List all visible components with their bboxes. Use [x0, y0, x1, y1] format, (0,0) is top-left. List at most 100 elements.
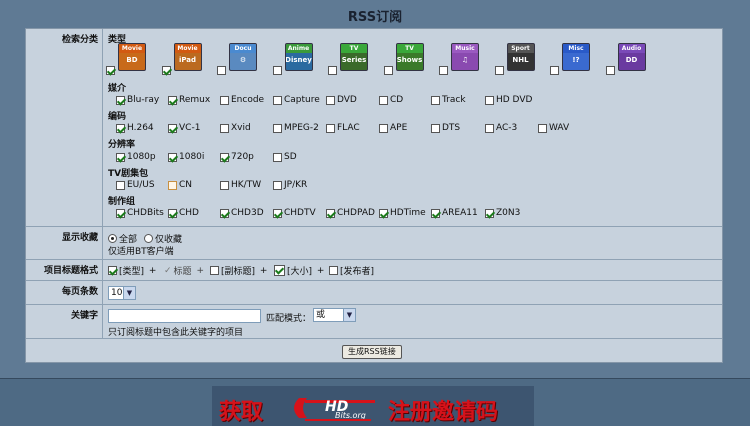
medium-option[interactable]: Encode [220, 95, 264, 106]
generate-rss-button[interactable]: 生成RSS链接 [342, 345, 402, 359]
radio-all-button[interactable] [108, 234, 117, 243]
team-checkbox[interactable] [116, 208, 125, 218]
category-checkbox[interactable] [494, 66, 504, 75]
category-checkbox[interactable] [439, 66, 448, 75]
team-option[interactable]: CHDTV [273, 208, 316, 219]
codec-option[interactable]: DTS [431, 123, 460, 134]
tvpack-label: EU/US [127, 180, 155, 190]
codec-checkbox[interactable] [379, 123, 388, 133]
rss-form-panel: 检索分类 类型 Movie BD Movie iPad Docu ⚙ Anime Disney… [25, 28, 723, 363]
codec-option[interactable]: MPEG-2 [273, 123, 319, 134]
resolution-checkbox[interactable] [220, 152, 229, 162]
tvpack-option[interactable]: CN [168, 180, 192, 191]
codec-option[interactable]: VC-1 [168, 123, 200, 134]
category-checkbox[interactable] [217, 66, 226, 75]
resolution-option[interactable]: 1080p [116, 152, 156, 163]
misc-icon: Misc!? [562, 43, 590, 71]
team-option[interactable]: CHD3D [220, 208, 264, 219]
team-checkbox[interactable] [431, 208, 440, 218]
team-option[interactable]: CHDPAD [326, 208, 375, 219]
music-icon: Music ♫ [451, 43, 479, 71]
match-select[interactable]: 或 ▼ [313, 308, 356, 322]
category-checkbox[interactable] [272, 66, 282, 75]
resolution-checkbox[interactable] [116, 152, 125, 162]
resolution-option[interactable]: SD [273, 152, 297, 163]
medium-option[interactable]: Blu-ray [116, 95, 159, 106]
codec-option[interactable]: Xvid [220, 123, 251, 134]
tvpack-checkbox[interactable] [273, 180, 282, 190]
format-subtitle-checkbox[interactable] [210, 266, 219, 275]
tvpack-label: JP/KR [284, 180, 308, 190]
format-subtitle[interactable]: [副标题] + [210, 264, 267, 277]
format-publisher-checkbox[interactable] [329, 266, 338, 275]
medium-option[interactable]: CD [379, 95, 403, 106]
medium-option[interactable]: Remux [168, 95, 210, 106]
category-checkbox[interactable] [106, 66, 115, 75]
tvpack-checkbox[interactable] [220, 180, 229, 190]
codec-option[interactable]: APE [379, 123, 407, 134]
category-checkbox[interactable] [550, 66, 559, 75]
perpage-select[interactable]: 10 ▼ [108, 286, 136, 300]
team-option[interactable]: Z0N3 [485, 208, 520, 219]
tvpack-option[interactable]: JP/KR [273, 180, 307, 191]
tvpack-option[interactable]: EU/US [116, 180, 155, 191]
resolution-option[interactable]: 1080i [168, 152, 204, 163]
team-checkbox[interactable] [379, 208, 388, 218]
format-type-checkbox[interactable] [108, 266, 117, 275]
codec-option[interactable]: FLAC [326, 123, 360, 134]
team-option[interactable]: CHD [168, 208, 199, 219]
category-checkbox[interactable] [328, 66, 337, 75]
codec-option[interactable]: AC-3 [485, 123, 517, 134]
codec-checkbox[interactable] [326, 123, 335, 133]
codec-checkbox[interactable] [220, 123, 229, 133]
team-checkbox[interactable] [168, 208, 177, 218]
team-option[interactable]: HDTime [379, 208, 426, 219]
format-size-checkbox[interactable] [274, 265, 285, 276]
resolution-label: SD [284, 152, 297, 162]
tvpack-checkbox[interactable] [116, 180, 125, 190]
resolution-option[interactable]: 720p [220, 152, 254, 163]
category-checkbox[interactable] [383, 66, 393, 75]
team-checkbox[interactable] [326, 208, 335, 218]
medium-option[interactable]: DVD [326, 95, 357, 106]
codec-checkbox[interactable] [168, 123, 177, 133]
codec-checkbox[interactable] [431, 123, 440, 133]
medium-checkbox[interactable] [220, 95, 229, 105]
codec-checkbox[interactable] [116, 123, 125, 133]
medium-checkbox[interactable] [431, 95, 440, 105]
medium-checkbox[interactable] [168, 95, 177, 105]
category-checkbox[interactable] [605, 66, 615, 75]
codec-checkbox[interactable] [273, 123, 282, 133]
medium-checkbox[interactable] [326, 95, 335, 105]
medium-checkbox[interactable] [273, 95, 282, 105]
resolution-checkbox[interactable] [273, 152, 282, 162]
team-checkbox[interactable] [220, 208, 229, 218]
codec-checkbox[interactable] [538, 123, 547, 133]
medium-checkbox[interactable] [379, 95, 388, 105]
codec-option[interactable]: H.264 [116, 123, 154, 134]
medium-option[interactable]: HD DVD [485, 95, 532, 106]
medium-option[interactable]: Capture [273, 95, 320, 106]
format-publisher[interactable]: [发布者] [329, 264, 374, 277]
team-option[interactable]: CHDBits [116, 208, 164, 219]
category-checkbox[interactable] [161, 66, 171, 75]
tvpack-option[interactable]: HK/TW [220, 180, 261, 191]
team-option[interactable]: AREA11 [431, 208, 478, 219]
team-checkbox[interactable] [273, 208, 282, 218]
medium-option[interactable]: Track [431, 95, 466, 106]
team-label: CHDPAD [337, 208, 375, 218]
codec-checkbox[interactable] [485, 123, 494, 133]
codec-option[interactable]: WAV [538, 123, 569, 134]
banner-left-text: 获取 [219, 400, 264, 425]
format-title: ✓ 标题 + [164, 265, 204, 278]
format-size[interactable]: [大小] + [274, 264, 324, 277]
team-checkbox[interactable] [485, 208, 494, 218]
resolution-checkbox[interactable] [168, 152, 177, 162]
radio-favorites-button[interactable] [144, 234, 153, 243]
format-type[interactable]: [类型] + [108, 264, 156, 277]
medium-checkbox[interactable] [485, 95, 494, 105]
tvpack-checkbox[interactable] [168, 180, 177, 190]
hdbits-logo: HD Bits.org [294, 398, 375, 421]
medium-checkbox[interactable] [116, 95, 125, 105]
keyword-input[interactable] [108, 309, 261, 323]
